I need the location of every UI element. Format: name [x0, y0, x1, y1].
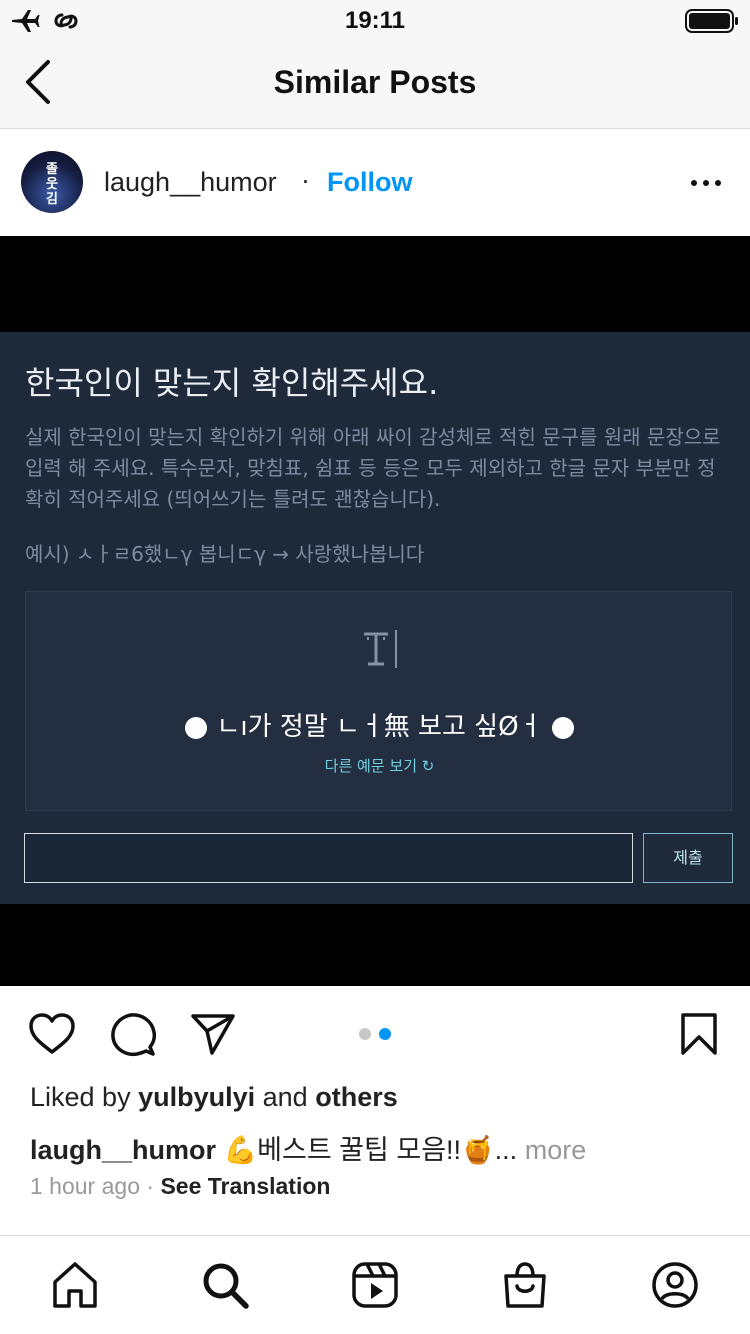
- caption-text: 💪베스트 꿀팁 모음!!🍯...: [223, 1135, 518, 1165]
- caption-more-link[interactable]: more: [525, 1135, 587, 1165]
- navigation-bar: Similar Posts: [0, 42, 750, 129]
- captcha-example: 예시) ㅅㅏㄹ6했ㄴγ 봅니ㄷγ → 사랑했나봅니다: [25, 542, 425, 566]
- avatar[interactable]: 졸 웃 김: [21, 151, 83, 213]
- caption: laugh__humor 💪베스트 꿀팁 모음!!🍯... more: [30, 1128, 586, 1167]
- post-header: 졸 웃 김 laugh__humor · Follow: [0, 129, 750, 236]
- more-dots-icon[interactable]: [688, 177, 724, 189]
- captcha-answer-input[interactable]: [24, 833, 633, 883]
- battery-icon: [685, 9, 738, 33]
- another-example-link[interactable]: 다른 예문 보기 ↻: [26, 755, 733, 776]
- username-separator: ·: [301, 165, 310, 195]
- clock: 19:11: [344, 7, 406, 34]
- heart-icon[interactable]: [28, 1012, 76, 1056]
- meta-separator: ·: [146, 1173, 155, 1199]
- captcha-description: 실제 한국인이 맞는지 확인하기 위해 아래 싸이 감성체로 적힌 문구를 원래…: [25, 425, 721, 511]
- bottom-tab-bar: [0, 1235, 750, 1334]
- profile-icon[interactable]: [650, 1260, 700, 1310]
- text-cursor-icon: [364, 630, 397, 668]
- post-username[interactable]: laugh__humor: [104, 167, 277, 198]
- shop-icon[interactable]: [500, 1260, 550, 1310]
- post-media[interactable]: 한국인이 맞는지 확인해주세요. 실제 한국인이 맞는지 확인하기 위해 아래 …: [0, 236, 750, 986]
- see-translation-link[interactable]: See Translation: [160, 1173, 330, 1199]
- time-ago: 1 hour ago: [30, 1173, 140, 1199]
- follow-button[interactable]: Follow: [327, 167, 412, 198]
- home-icon[interactable]: [50, 1260, 100, 1310]
- captcha-title: 한국인이 맞는지 확인해주세요.: [25, 364, 439, 402]
- send-icon[interactable]: [190, 1012, 236, 1056]
- page-indicator-dot: [359, 1028, 371, 1040]
- captcha-box: ㄴı가 정말 ㄴㅓ無 보고 싶Øㅓ 다른 예문 보기 ↻: [25, 591, 732, 811]
- captcha-phrase: ㄴı가 정말 ㄴㅓ無 보고 싶Øㅓ: [216, 712, 543, 742]
- caption-username[interactable]: laugh__humor: [30, 1135, 216, 1165]
- post-meta: 1 hour ago · See Translation: [30, 1173, 330, 1200]
- likes-line: Liked by yulbyulyi and others: [30, 1082, 398, 1113]
- liked-others[interactable]: others: [315, 1082, 398, 1112]
- submit-button[interactable]: 제출: [643, 833, 733, 883]
- status-bar: 19:11: [0, 0, 750, 42]
- reels-icon[interactable]: [350, 1260, 400, 1310]
- bullet-icon: [552, 716, 575, 739]
- liked-user[interactable]: yulbyulyi: [138, 1082, 255, 1112]
- page-title: Similar Posts: [273, 64, 477, 100]
- liked-and: and: [262, 1082, 308, 1112]
- search-icon[interactable]: [200, 1260, 250, 1310]
- captcha-panel: 한국인이 맞는지 확인해주세요. 실제 한국인이 맞는지 확인하기 위해 아래 …: [0, 332, 750, 904]
- avatar-text: 졸 웃 김: [46, 161, 58, 206]
- captcha-text: ㄴı가 정말 ㄴㅓ無 보고 싶Øㅓ: [26, 706, 733, 743]
- bookmark-icon[interactable]: [680, 1012, 718, 1056]
- liked-prefix: Liked by: [30, 1082, 131, 1112]
- page-indicator-dot-active: [379, 1028, 391, 1040]
- bullet-icon: [184, 716, 207, 739]
- comment-icon[interactable]: [110, 1012, 156, 1058]
